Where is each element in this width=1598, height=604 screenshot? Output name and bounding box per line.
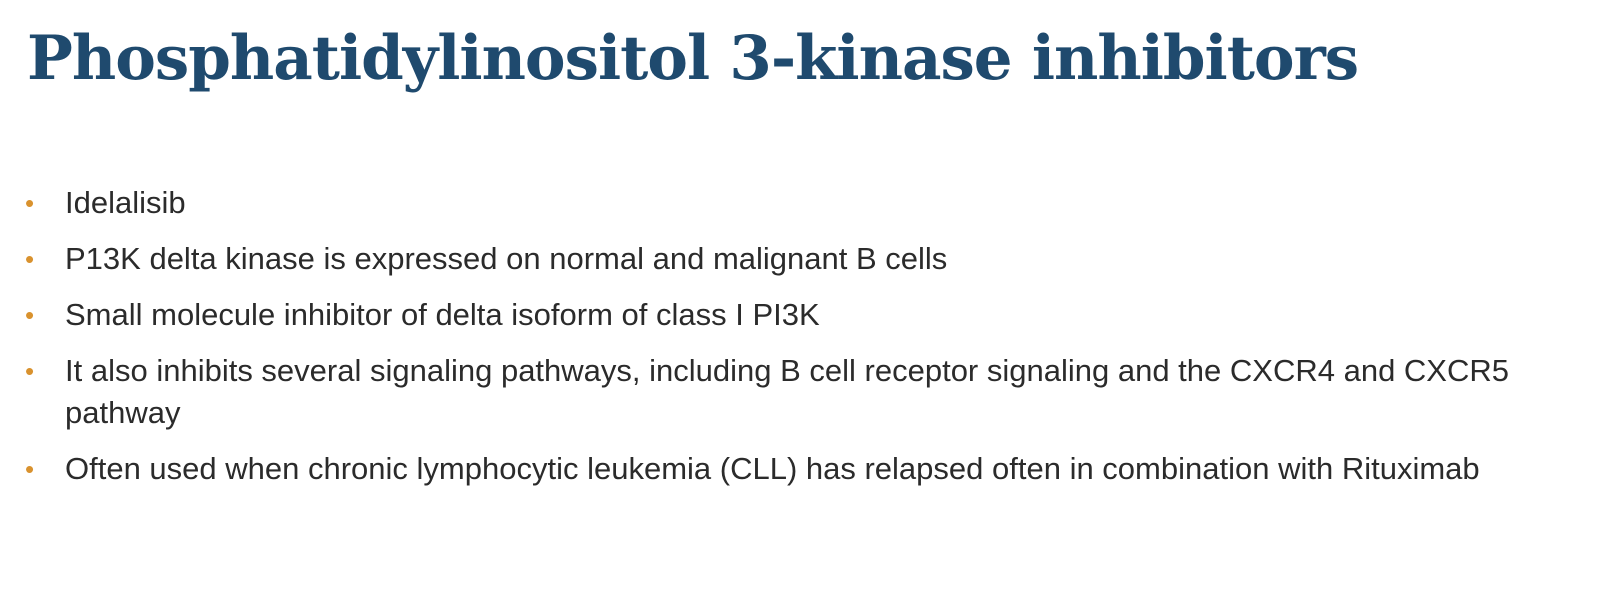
- bullet-text: It also inhibits several signaling pathw…: [65, 353, 1509, 430]
- bullet-text: P13K delta kinase is expressed on normal…: [65, 241, 948, 276]
- bullet-text: Small molecule inhibitor of delta isofor…: [65, 297, 820, 332]
- bullet-dot-icon: •: [25, 244, 35, 274]
- bullet-text: Often used when chronic lymphocytic leuk…: [65, 451, 1480, 486]
- slide: Phosphatidylinositol 3-kinase inhibitors…: [0, 0, 1598, 604]
- bullet-item: • P13K delta kinase is expressed on norm…: [0, 238, 1560, 280]
- bullet-dot-icon: •: [25, 300, 35, 330]
- bullet-dot-icon: •: [25, 356, 35, 386]
- bullet-list: • Idelalisib • P13K delta kinase is expr…: [0, 182, 1560, 504]
- bullet-item: • Idelalisib: [0, 182, 1560, 224]
- bullet-item: • Small molecule inhibitor of delta isof…: [0, 294, 1560, 336]
- bullet-dot-icon: •: [25, 188, 35, 218]
- bullet-text: Idelalisib: [65, 185, 186, 220]
- bullet-item: • Often used when chronic lymphocytic le…: [0, 448, 1560, 490]
- bullet-item: • It also inhibits several signaling pat…: [0, 350, 1560, 434]
- bullet-dot-icon: •: [25, 454, 35, 484]
- slide-title: Phosphatidylinositol 3-kinase inhibitors: [27, 23, 1359, 94]
